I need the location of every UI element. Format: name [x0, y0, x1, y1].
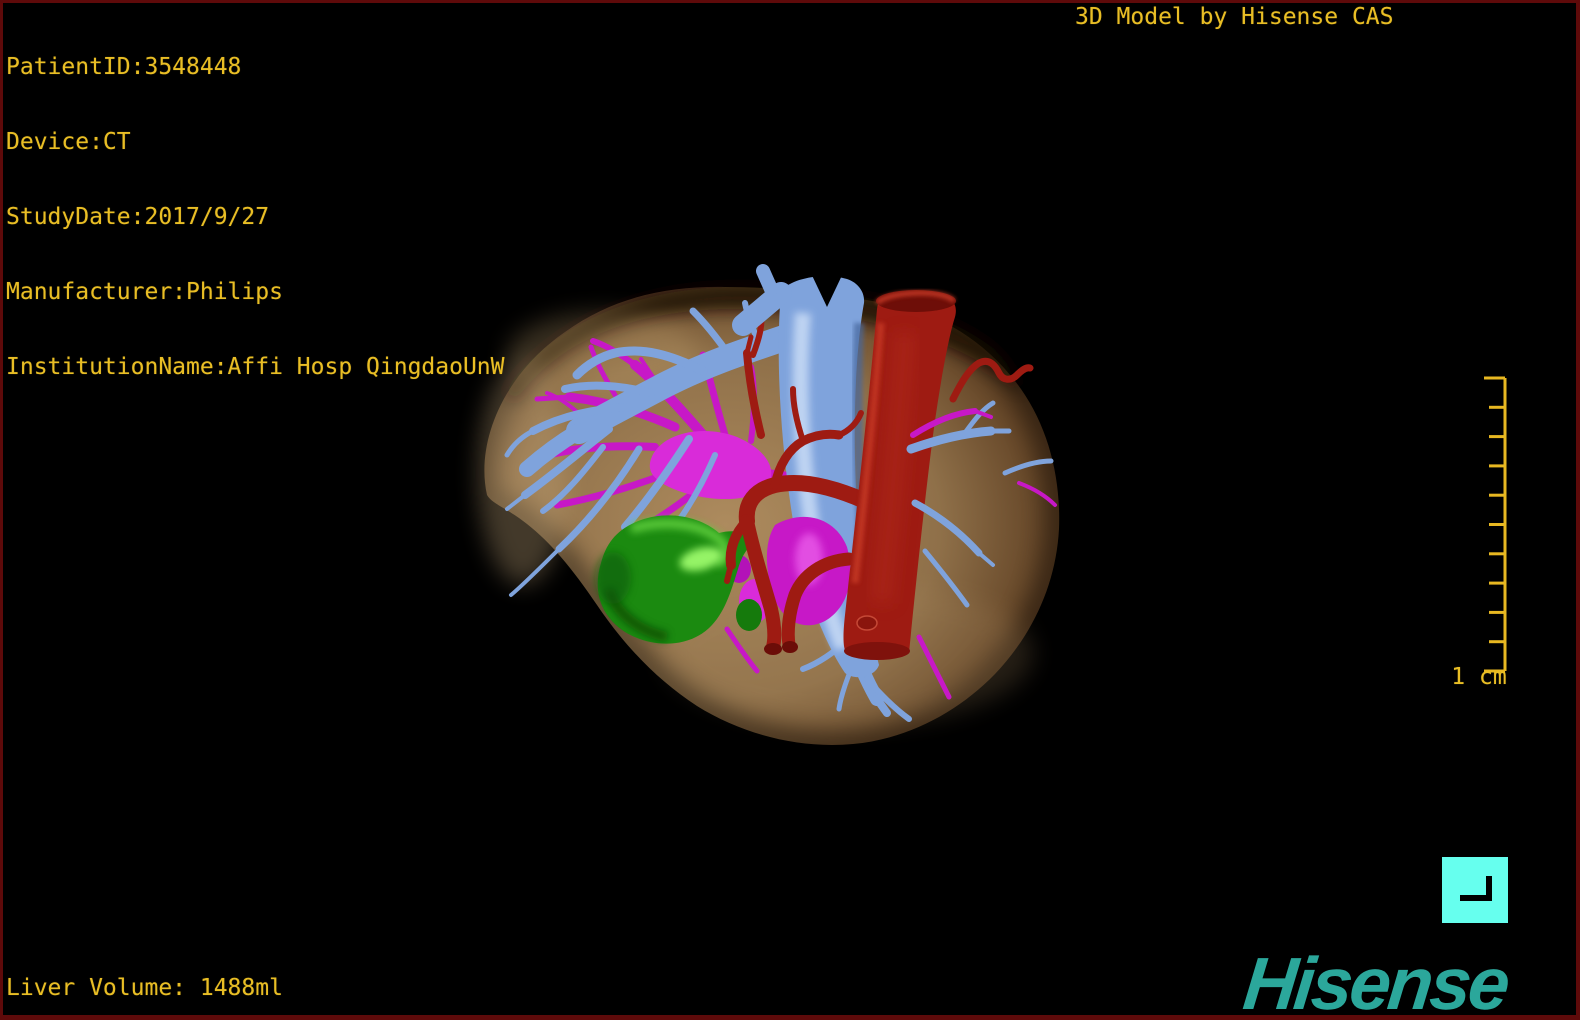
hisense-logo: Hisense — [1239, 942, 1512, 1020]
corner-mark-icon — [1442, 857, 1508, 923]
institution-line: InstitutionName:Affi Hosp QingdaoUnW — [6, 354, 505, 380]
liver-volume-readout: Liver Volume: 1488ml — [6, 975, 283, 1001]
patient-info-overlay: PatientID:3548448 Device:CT StudyDate:20… — [6, 5, 505, 430]
scale-ruler — [1484, 376, 1507, 673]
patient-id-line: PatientID:3548448 — [6, 54, 242, 80]
scale-ruler-label: 1 cm — [1451, 664, 1507, 690]
corner-mark-button[interactable] — [1442, 857, 1508, 923]
manufacturer-line: Manufacturer:Philips — [6, 279, 283, 305]
study-date-line: StudyDate:2017/9/27 — [6, 204, 270, 230]
app-title: 3D Model by Hisense CAS — [1075, 4, 1394, 30]
viewer-frame: PatientID:3548448 Device:CT StudyDate:20… — [0, 0, 1580, 1020]
device-line: Device:CT — [6, 129, 131, 155]
